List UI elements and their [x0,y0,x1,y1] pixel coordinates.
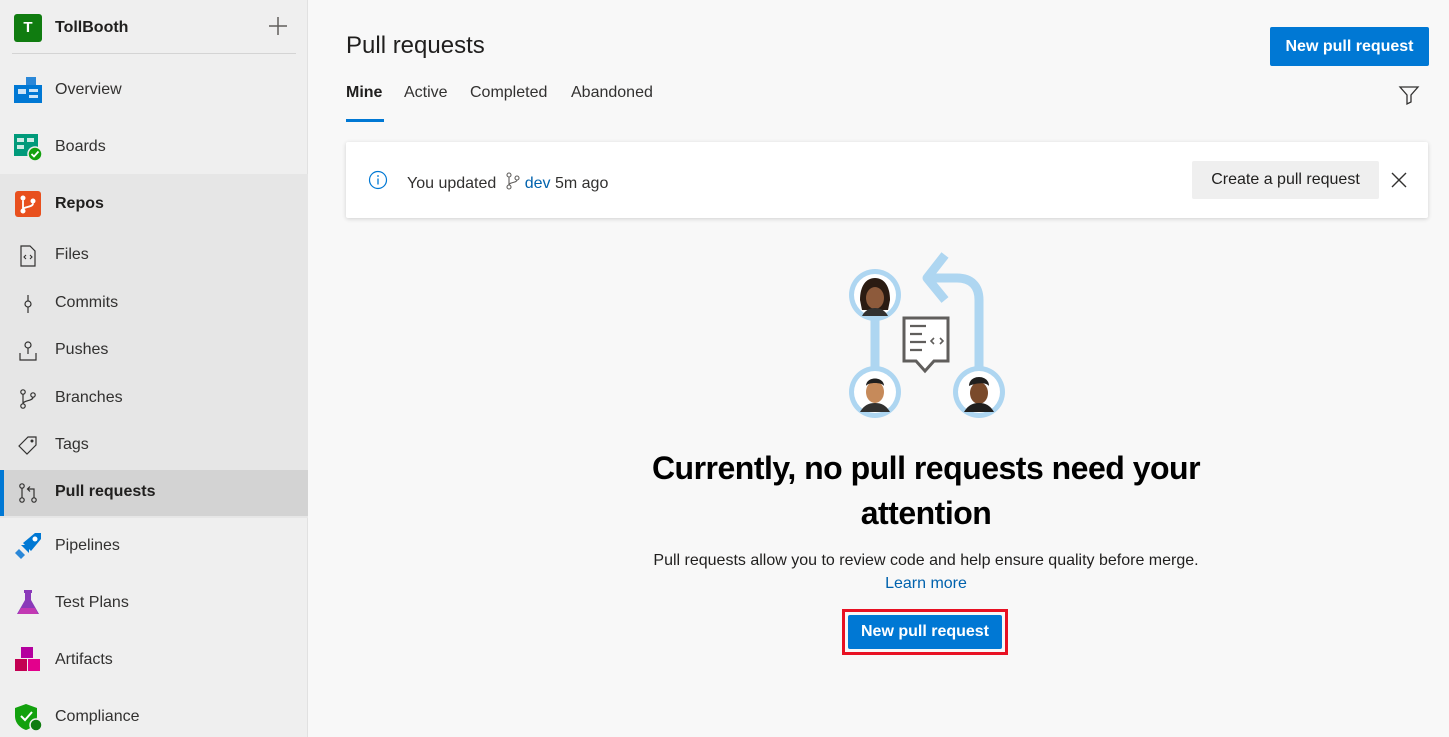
add-icon[interactable] [266,14,290,38]
banner-suffix: 5m ago [554,175,609,192]
nav-overview-label: Overview [55,81,122,98]
highlight-box: New pull request [842,609,1008,655]
tab-abandoned[interactable]: Abandoned [571,84,653,102]
page-title: Pull requests [346,32,485,59]
learn-more-link[interactable]: Learn more [826,575,1026,593]
project-avatar[interactable]: T [14,14,42,42]
nav-branches-label: Branches [55,389,123,406]
nav-pull-requests[interactable]: Pull requests [0,470,308,516]
empty-state-illustration [842,240,1012,425]
project-name[interactable]: TollBooth [55,19,128,37]
repos-icon [13,189,43,219]
tab-active[interactable]: Active [404,84,448,102]
info-icon [368,170,388,190]
push-icon [17,340,39,362]
nav-pipelines[interactable]: Pipelines [0,522,308,570]
pull-request-icon [17,482,39,504]
nav-commits-label: Commits [55,294,119,311]
empty-state-title-line1: Currently, no pull requests need your [651,450,1201,486]
new-pull-request-button[interactable]: New pull request [1270,27,1429,66]
project-header: T TollBooth [12,12,296,54]
sidebar: T TollBooth Overview Boards Repos Files [0,0,308,737]
close-icon[interactable] [1389,170,1409,190]
nav-test-plans[interactable]: Test Plans [0,579,308,627]
tag-icon [17,435,39,457]
nav-commits[interactable]: Commits [0,281,308,327]
nav-boards[interactable]: Boards [0,123,308,171]
repos-group: Repos Files Commits Pushes Branches Tags… [0,174,308,518]
boards-icon [13,132,43,162]
branch-update-banner: You updated dev 5m ago Create a pull req… [346,142,1428,218]
nav-files-label: Files [55,246,89,263]
nav-artifacts-label: Artifacts [55,651,113,668]
nav-pushes[interactable]: Pushes [0,328,308,374]
nav-repos[interactable]: Repos [0,180,308,228]
empty-state-title: Currently, no pull requests need your at… [626,446,1226,536]
artifacts-icon [13,645,43,675]
nav-tags-label: Tags [55,436,89,453]
nav-compliance-label: Compliance [55,708,140,725]
main-content: Pull requests New pull request Mine Acti… [309,0,1449,737]
nav-test-plans-label: Test Plans [55,594,129,611]
branch-icon [505,172,521,190]
empty-state-new-pull-request-button[interactable]: New pull request [848,615,1002,649]
selected-indicator [0,470,4,516]
nav-files[interactable]: Files [0,233,308,279]
file-code-icon [17,245,39,267]
nav-artifacts[interactable]: Artifacts [0,636,308,684]
nav-compliance[interactable]: Compliance [0,693,308,737]
banner-prefix: You updated [407,175,497,192]
compliance-icon [13,702,43,732]
empty-state-description: Pull requests allow you to review code a… [653,552,1199,569]
empty-state-title-line2: attention [860,495,992,531]
create-pull-request-button[interactable]: Create a pull request [1192,161,1379,199]
tab-completed[interactable]: Completed [470,84,547,102]
commit-icon [17,293,39,315]
branch-icon [17,388,39,410]
nav-boards-label: Boards [55,138,106,155]
pipelines-icon [13,531,43,561]
nav-pull-requests-label: Pull requests [55,483,156,500]
nav-pipelines-label: Pipelines [55,537,120,554]
banner-message: You updated dev 5m ago [407,172,608,193]
nav-overview[interactable]: Overview [0,66,308,114]
nav-pushes-label: Pushes [55,341,109,358]
active-tab-indicator [346,119,384,122]
nav-tags[interactable]: Tags [0,423,308,469]
tab-mine[interactable]: Mine [346,84,382,102]
overview-icon [13,75,43,105]
test-plans-icon [13,588,43,618]
filter-icon[interactable] [1398,84,1420,106]
nav-repos-label: Repos [55,195,104,212]
nav-branches[interactable]: Branches [0,376,308,422]
branch-link[interactable]: dev [525,175,551,192]
